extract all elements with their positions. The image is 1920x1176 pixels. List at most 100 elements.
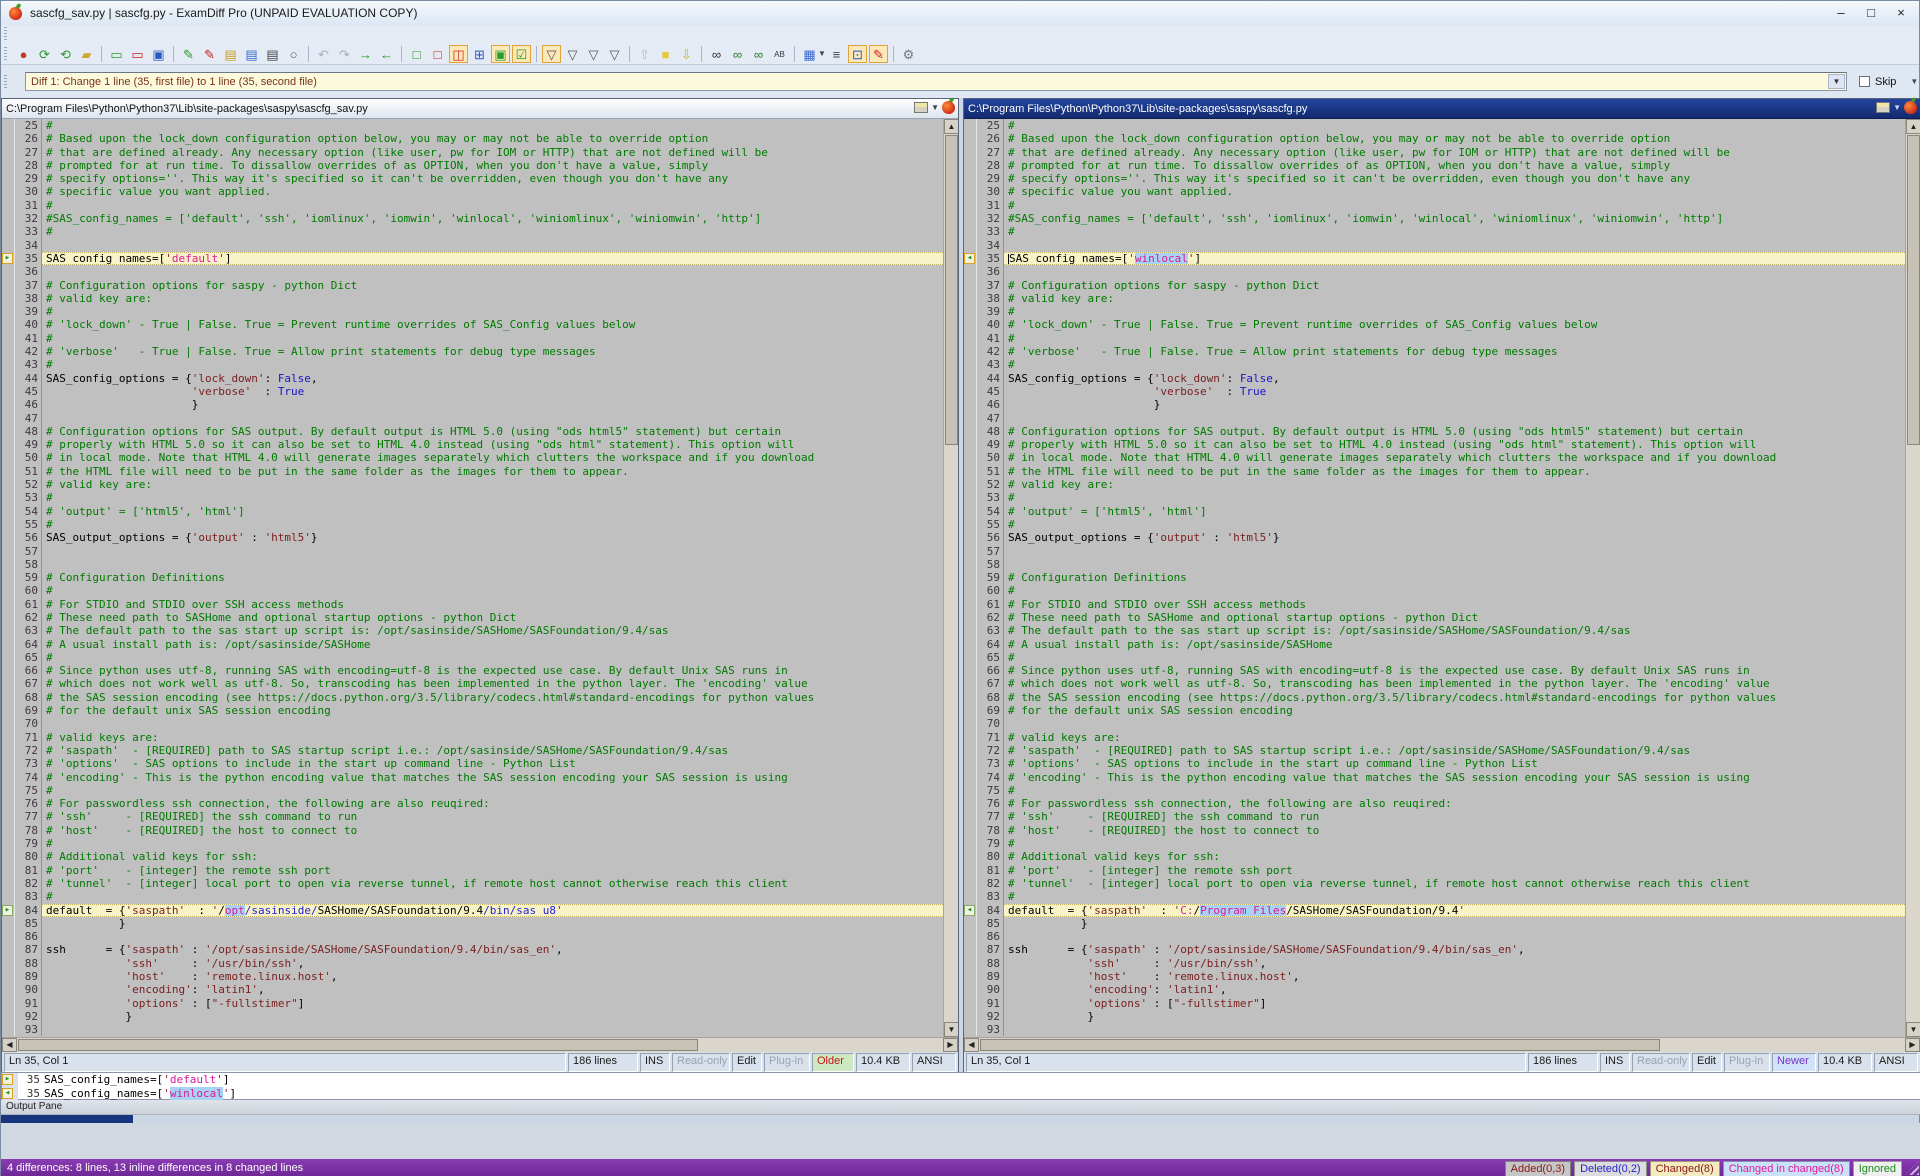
copy-second-icon[interactable]: ▤ [242,45,261,63]
print-icon[interactable] [1876,102,1890,113]
code-line[interactable]: 54# 'output' = ['html5', 'html'] [2,505,943,518]
code-line[interactable]: 69# for the default unix SAS session enc… [964,704,1905,717]
compare-icon[interactable]: ● [14,45,33,63]
undo-icon[interactable]: ↶ [314,45,333,63]
code-line[interactable]: 57 [2,545,943,558]
copy-to-second-icon[interactable]: → [356,45,375,63]
code-line[interactable]: 82# 'tunnel' - [integer] local port to o… [2,877,943,890]
output-pane-header[interactable]: Output Pane [1,1100,1920,1115]
line-options-icon[interactable]: ≡ [827,45,846,63]
code-line[interactable]: 52# valid key are: [2,478,943,491]
horizontal-scrollbar[interactable]: ◀▶ [964,1037,1920,1052]
code-line[interactable]: 81# 'port' - [integer] the remote ssh po… [2,864,943,877]
code-line[interactable]: 50# in local mode. Note that HTML 4.0 wi… [2,451,943,464]
code-line[interactable]: 44SAS_config_options = {'lock_down': Fal… [2,372,943,385]
print-icon[interactable]: ▤ [263,45,282,63]
code-line[interactable]: 78# 'host' - [REQUIRED] the host to conn… [2,824,943,837]
diff-pane-row[interactable]: ▸35SAS_config_names=['default'] [2,1073,1920,1087]
filter-changed-icon[interactable]: ▽ [605,45,624,63]
scroll-down-icon[interactable]: ▼ [1906,1022,1920,1037]
code-line[interactable]: 56SAS_output_options = {'output' : 'html… [964,531,1905,544]
toolbar-grip[interactable] [4,47,7,61]
code-line[interactable]: 71# valid keys are: [2,731,943,744]
code-line[interactable]: 41# [964,332,1905,345]
code-line[interactable]: 40# 'lock_down' - True | False. True = P… [964,318,1905,331]
code-line[interactable]: 48# Configuration options for SAS output… [2,425,943,438]
code-line[interactable]: 38# valid key are: [2,292,943,305]
code-line[interactable]: 74# 'encoding' - This is the python enco… [2,771,943,784]
diff-combo-dropdown-icon[interactable]: ▼ [1828,74,1845,89]
code-line[interactable]: 60# [2,584,943,597]
horizontal-scrollbar[interactable]: ◀▶ [2,1037,958,1052]
code-line[interactable]: 42# 'verbose' - True | False. True = All… [964,345,1905,358]
code-line[interactable]: 30# specific value you want applied. [2,185,943,198]
print-dropdown-icon[interactable]: ▼ [931,103,939,112]
code-line[interactable]: 43# [2,358,943,371]
code-line[interactable]: 85 } [964,917,1905,930]
show-left-only-icon[interactable]: □ [428,45,447,63]
code-line[interactable]: 64# A usual install path is: /opt/sasins… [2,638,943,651]
current-diff-icon[interactable]: ■ [656,45,675,63]
code-line[interactable]: 34 [964,239,1905,252]
code-line[interactable]: 58 [2,558,943,571]
output-pane-scrollbar-thumb[interactable] [1,1115,133,1123]
code-line[interactable]: 73# 'options' - SAS options to include i… [964,757,1905,770]
first-pane-icon[interactable]: ▭ [107,45,126,63]
code-line[interactable]: 29# specify options=''. This way it's sp… [964,172,1905,185]
code-line[interactable]: 68# the SAS session encoding (see https:… [2,691,943,704]
code-line[interactable]: 39# [2,305,943,318]
code-line[interactable]: 69# for the default unix SAS session enc… [2,704,943,717]
code-line[interactable]: 26# Based upon the lock_down configurati… [964,132,1905,145]
code-line[interactable]: 49# properly with HTML 5.0 so it can als… [964,438,1905,451]
code-line[interactable]: 70 [2,717,943,730]
scroll-left-icon[interactable]: ◀ [2,1038,17,1052]
split-view-icon[interactable]: ⊞ [470,45,489,63]
find-prev-icon[interactable]: ∞ [749,45,768,63]
code-line[interactable]: 79# [2,837,943,850]
code-line[interactable]: 49# properly with HTML 5.0 so it can als… [2,438,943,451]
code-line[interactable]: 78# 'host' - [REQUIRED] the host to conn… [964,824,1905,837]
code-line[interactable]: 77# 'ssh' - [REQUIRED] the ssh command t… [2,810,943,823]
code-line[interactable]: 61# For STDIO and STDIO over SSH access … [2,598,943,611]
code-line[interactable]: 71# valid keys are: [964,731,1905,744]
code-line[interactable]: 27# that are defined already. Any necess… [964,146,1905,159]
view-options-icon[interactable]: ▦ [800,45,819,63]
code-line[interactable]: 62# These need path to SASHome and optio… [2,611,943,624]
code-line[interactable]: 45 'verbose' : True [964,385,1905,398]
skip-checkbox[interactable] [1859,76,1870,87]
code-line[interactable]: 65# [964,651,1905,664]
code-line[interactable]: 53# [2,491,943,504]
scroll-left-icon[interactable]: ◀ [964,1038,979,1052]
code-line[interactable]: 64# A usual install path is: /opt/sasins… [964,638,1905,651]
code-line[interactable]: 51# the HTML file will need to be put in… [964,465,1905,478]
copy-to-first-icon[interactable]: ← [377,45,396,63]
code-line[interactable]: 65# [2,651,943,664]
code-line[interactable]: 39# [964,305,1905,318]
code-line[interactable]: 44SAS_config_options = {'lock_down': Fal… [964,372,1905,385]
code-line[interactable]: 31# [2,199,943,212]
code-line[interactable]: 53# [964,491,1905,504]
code-line[interactable]: 26# Based upon the lock_down configurati… [2,132,943,145]
code-line[interactable]: ▸35SAS_config_names=['default'] [2,252,943,265]
second-pane-icon[interactable]: ▭ [128,45,147,63]
code-line[interactable]: 55# [2,518,943,531]
code-line[interactable]: 63# The default path to the sas start up… [2,624,943,637]
prev-diff-icon[interactable]: ⇧ [635,45,654,63]
toolbar-overflow-icon[interactable]: ▼ [1910,77,1918,86]
code-line[interactable]: 33# [2,225,943,238]
code-line[interactable]: 31# [964,199,1905,212]
match-case-icon[interactable]: AB [770,45,789,63]
code-line[interactable]: 67# which does not work well as utf-8. S… [964,677,1905,690]
code-line[interactable]: 57 [964,545,1905,558]
code-line[interactable]: 66# Since python uses utf-8, running SAS… [2,664,943,677]
code-line[interactable]: 82# 'tunnel' - [integer] local port to o… [964,877,1905,890]
scrollbar-thumb[interactable] [1907,135,1920,445]
print-preview-icon[interactable]: ○ [284,45,303,63]
code-line[interactable]: 25# [964,119,1905,132]
redo-icon[interactable]: ↷ [335,45,354,63]
code-line[interactable]: 83# [2,890,943,903]
code-line[interactable]: 54# 'output' = ['html5', 'html'] [964,505,1905,518]
scroll-right-icon[interactable]: ▶ [1905,1038,1920,1052]
code-line[interactable]: 43# [964,358,1905,371]
inline-diffs-icon[interactable]: ☑ [512,45,531,63]
